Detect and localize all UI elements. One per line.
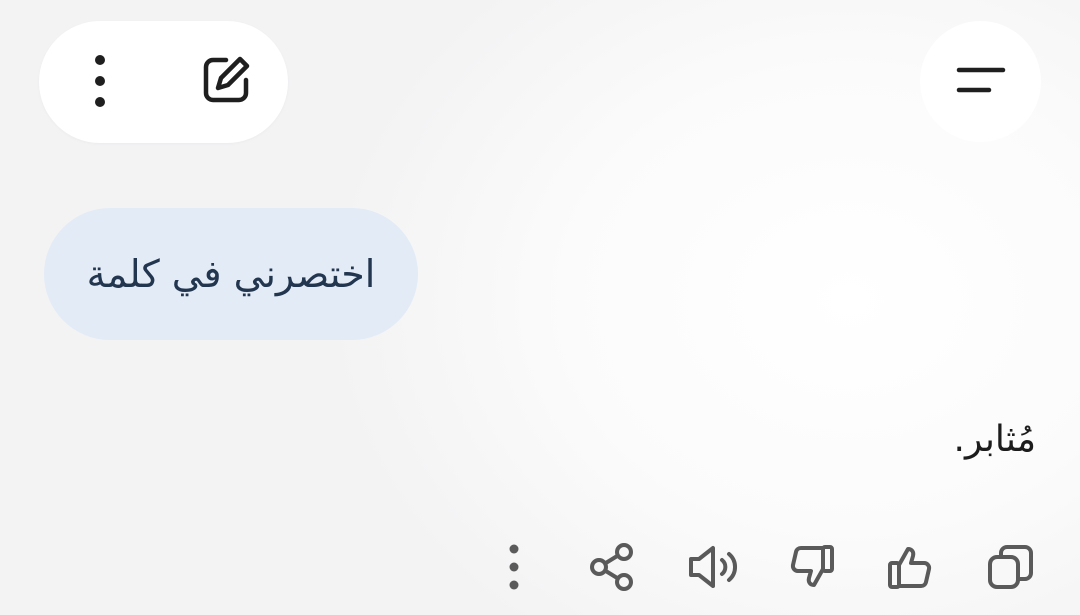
copy-button[interactable] (980, 537, 1040, 597)
user-message-text: اختصرني في كلمة (86, 252, 376, 296)
more-vertical-icon (80, 50, 120, 114)
share-icon (586, 541, 638, 593)
menu-button[interactable] (920, 21, 1041, 142)
edit-square-icon (199, 52, 255, 112)
user-message-bubble[interactable]: اختصرني في كلمة (44, 208, 418, 340)
more-vertical-icon (499, 541, 529, 593)
speaker-icon (686, 541, 742, 593)
assistant-response-text: مُثابر. (953, 419, 1036, 460)
share-button[interactable] (582, 537, 642, 597)
thumbs-down-button[interactable] (782, 537, 842, 597)
menu-icon (955, 64, 1007, 100)
copy-icon (984, 541, 1036, 593)
new-chat-button[interactable] (189, 47, 265, 117)
read-aloud-button[interactable] (684, 537, 744, 597)
thumbs-up-icon (884, 541, 936, 593)
more-options-button[interactable] (65, 47, 135, 117)
thumbs-up-button[interactable] (880, 537, 940, 597)
response-more-button[interactable] (484, 537, 544, 597)
top-actions-pill (39, 21, 288, 143)
thumbs-down-icon (786, 541, 838, 593)
